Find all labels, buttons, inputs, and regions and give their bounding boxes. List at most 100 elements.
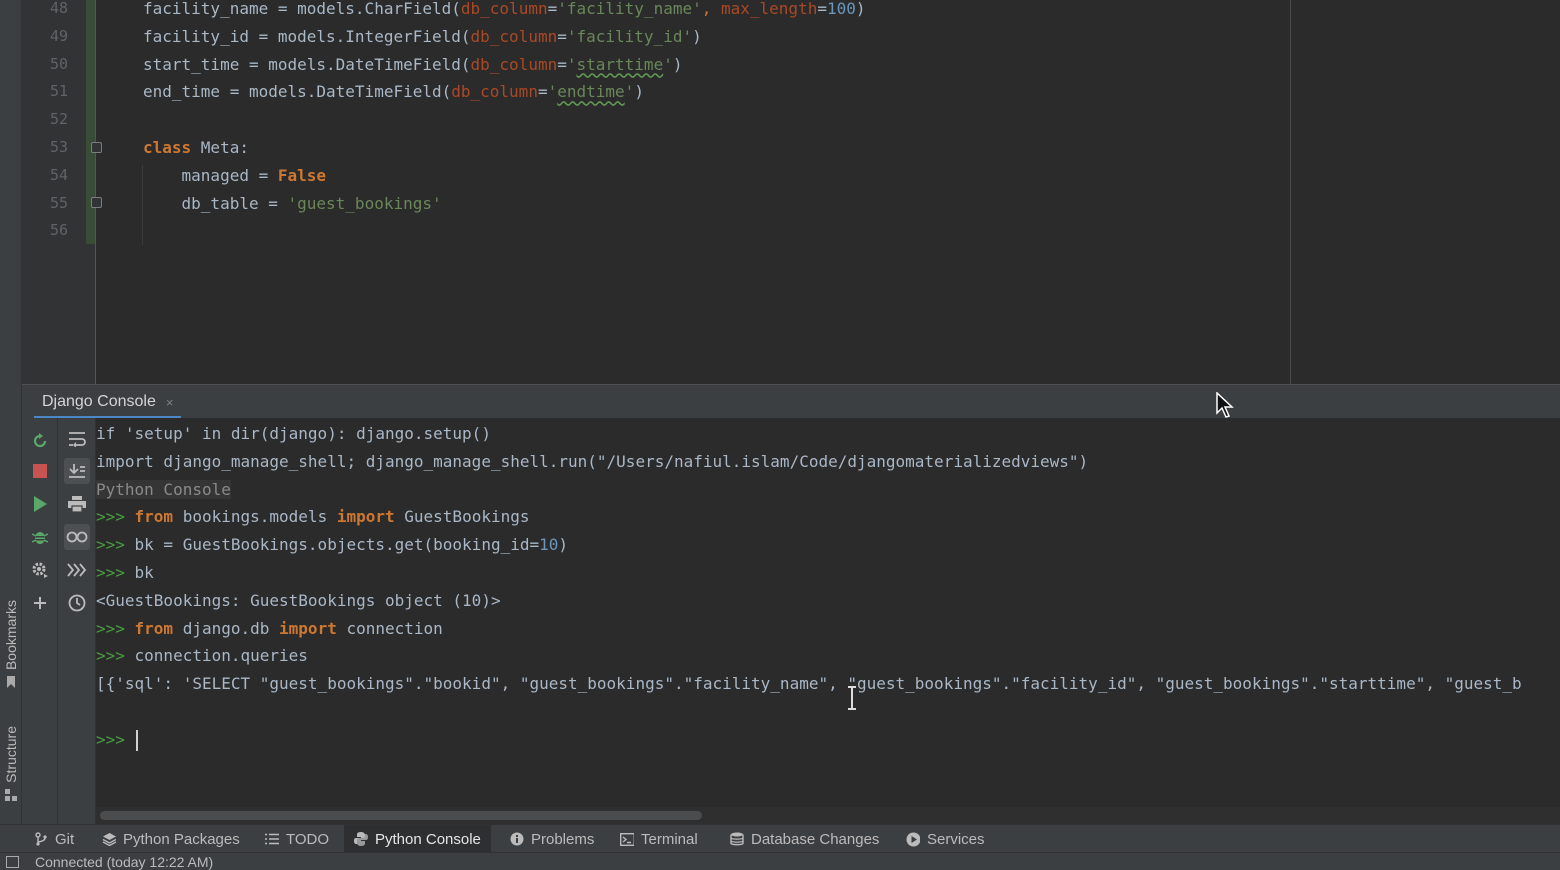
code-token: ) [558, 535, 569, 555]
toolbar-label: Python Console [375, 830, 481, 848]
fold-open-icon[interactable] [91, 142, 102, 153]
console-line[interactable]: [{'sql': 'SELECT "guest_bookings"."booki… [96, 670, 1522, 698]
status-text: Connected (today 12:22 AM) [35, 854, 214, 870]
info-icon [510, 832, 524, 846]
scroll-to-end-icon[interactable] [64, 458, 90, 484]
code-token: Meta: [200, 138, 249, 157]
code-token: from [134, 507, 183, 527]
code-line[interactable]: end_time = models.DateTimeField(db_colum… [143, 82, 644, 110]
glasses-icon[interactable] [64, 524, 90, 550]
code-token: >>> [96, 646, 135, 666]
code-token: 'facility_id' [566, 26, 693, 46]
console-panel[interactable]: if 'setup' in dir(django): django.setup(… [22, 418, 1560, 824]
code-token: ) [672, 54, 683, 74]
code-token: if 'setup' in dir(django): django.setup(… [96, 424, 491, 443]
status-bar: Connected (today 12:22 AM) [0, 852, 1560, 870]
code-token: db_column [470, 54, 558, 74]
console-line[interactable]: if 'setup' in dir(django): django.setup(… [96, 420, 491, 448]
toolbar-git-button[interactable]: Git [24, 825, 84, 853]
toolbar-terminal-button[interactable]: Terminal [610, 825, 708, 853]
code-token: False [277, 165, 327, 185]
scrollbar-thumb[interactable] [100, 811, 702, 820]
code-token: = [817, 0, 827, 18]
code-token: = [557, 26, 567, 46]
code-token: import django_manage_shell; django_manag… [96, 451, 1089, 471]
code-token: starttime [576, 54, 664, 74]
code-token: = [557, 54, 567, 74]
toolbar-problems-button[interactable]: Problems [500, 825, 604, 853]
code-token: connection.queries [134, 646, 308, 666]
code-editor[interactable]: 48 49 50 51 52 53 54 55 56 facility_name = model… [22, 0, 1560, 384]
console-toolbar-left [22, 418, 58, 824]
code-token: 100 [826, 0, 856, 18]
status-window-icon[interactable] [6, 856, 19, 868]
console-line[interactable]: >>> bk = GuestBookings.objects.get(booki… [96, 531, 568, 559]
code-token: ' [663, 54, 673, 74]
debug-icon[interactable] [27, 524, 53, 550]
console-line[interactable]: >>> from django.db import connection [96, 615, 443, 643]
code-line[interactable]: facility_id = models.IntegerField(db_col… [143, 27, 702, 55]
console-line[interactable]: >>> from bookings.models import GuestBoo… [96, 503, 530, 531]
code-token: Python Console [96, 479, 231, 499]
code-line[interactable]: managed = False [143, 165, 327, 194]
code-token: import [336, 507, 405, 527]
code-token: ) [855, 0, 866, 18]
console-line[interactable]: <GuestBookings: GuestBookings object (10… [96, 587, 501, 615]
print-icon[interactable] [64, 491, 90, 517]
fold-close-icon[interactable] [91, 197, 102, 208]
toolbar-python-console-button[interactable]: Python Console [344, 825, 491, 853]
code-token: managed = [143, 165, 278, 185]
execute-icon[interactable] [64, 557, 90, 583]
code-token: import [279, 618, 347, 638]
rerun-icon[interactable] [27, 428, 53, 454]
line-number: 54 [49, 165, 68, 184]
code-token: [{'sql': 'SELECT "guest_bookings"."booki… [96, 674, 1522, 694]
line-number: 48 [49, 0, 68, 17]
code-token: class [143, 138, 201, 157]
toolbar-label: Terminal [641, 830, 698, 848]
code-token: ) [634, 82, 644, 102]
toolbar-database-changes-button[interactable]: Database Changes [720, 825, 889, 853]
bookmark-icon [7, 676, 15, 689]
add-icon[interactable] [27, 590, 53, 616]
console-tab-bar: Django Console × [22, 384, 1560, 419]
code-line[interactable]: facility_name = models.CharField(db_colu… [143, 0, 866, 27]
terminal-icon [620, 832, 634, 846]
code-token: 'facility_name' [557, 0, 702, 18]
history-icon[interactable] [64, 590, 90, 616]
stop-icon[interactable] [27, 458, 53, 484]
close-icon[interactable]: × [166, 395, 174, 410]
services-icon [906, 832, 920, 846]
code-line[interactable]: start_time = models.DateTimeField(db_col… [143, 55, 682, 83]
code-token: 'guest_bookings' [287, 193, 442, 213]
code-token: 10 [539, 535, 559, 555]
console-line[interactable]: Python Console [96, 476, 231, 504]
code-token: ) [692, 26, 702, 46]
tab-django-console[interactable]: Django Console × [34, 385, 182, 419]
code-token: db_column [470, 26, 558, 46]
code-token: db_column [451, 82, 538, 102]
code-token: facility_id = models.IntegerField( [143, 26, 471, 46]
horizontal-scrollbar[interactable] [96, 807, 1560, 824]
console-line[interactable]: import django_manage_shell; django_manag… [96, 448, 1088, 476]
code-token: bk [134, 563, 154, 582]
code-token: ' [547, 82, 558, 102]
run-icon[interactable] [27, 491, 53, 517]
bookmarks-label: Bookmarks [3, 600, 19, 671]
console-line[interactable]: >>> bk [96, 559, 154, 587]
text-caret [136, 730, 138, 751]
code-token: from [134, 618, 183, 638]
settings-icon[interactable] [27, 557, 53, 583]
code-line[interactable]: db_table = 'guest_bookings' [143, 194, 442, 222]
toolbar-todo-button[interactable]: TODO [255, 825, 339, 853]
code-token: bookings.models [182, 507, 337, 527]
toolbar-services-button[interactable]: Services [896, 825, 995, 853]
code-line[interactable]: class Meta: [143, 138, 249, 166]
structure-tab[interactable]: Structure [1, 726, 21, 801]
soft-wrap-icon[interactable] [64, 426, 90, 452]
console-line[interactable]: >>> connection.queries [96, 642, 308, 670]
code-token: start_time = models.DateTimeField( [143, 54, 471, 74]
console-line[interactable]: >>> [96, 726, 135, 754]
bookmarks-tab[interactable]: Bookmarks [1, 600, 21, 689]
toolbar-python-packages-button[interactable]: Python Packages [92, 825, 250, 853]
